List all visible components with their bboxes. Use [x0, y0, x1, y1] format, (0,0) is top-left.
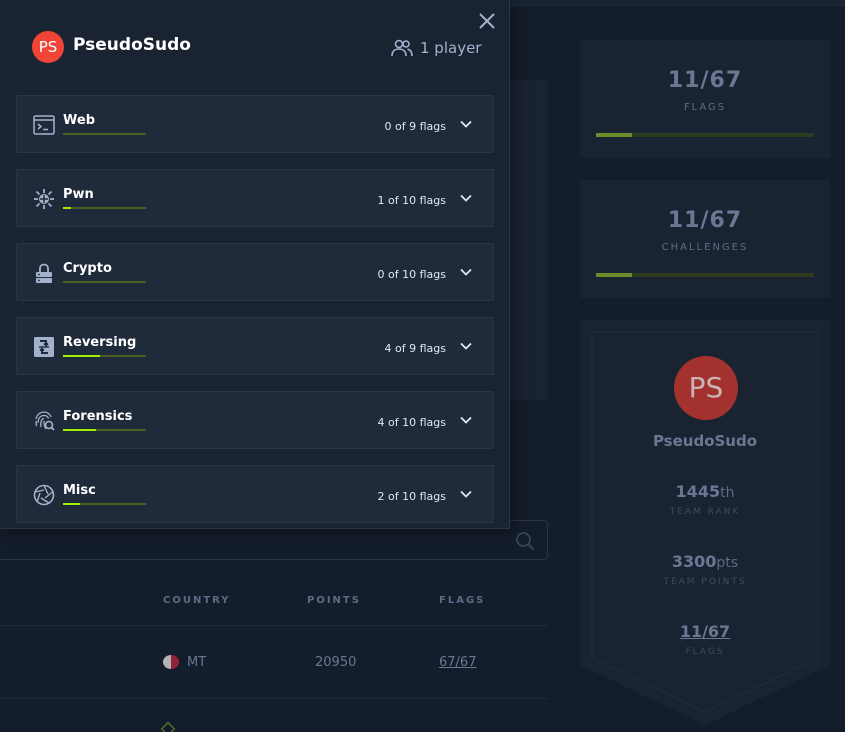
category-name: Crypto	[63, 261, 112, 276]
users-icon	[391, 39, 413, 57]
category-flag-count: 2 of 10 flags	[377, 490, 446, 503]
category-name: Web	[63, 113, 95, 128]
team-rank-label: TEAM RANK	[669, 507, 741, 517]
team-details-modal: PS PseudoSudo 1 player Web 0 of 9 flags	[0, 0, 510, 529]
team-flags-label: FLAGS	[685, 647, 725, 657]
terminal-window-icon	[33, 115, 55, 135]
category-web[interactable]: Web 0 of 9 flags	[16, 95, 494, 153]
player-count: 1 player	[390, 38, 481, 58]
column-points: POINTS	[307, 595, 361, 606]
flags-progress-fill	[596, 133, 632, 137]
category-progress-bar	[63, 133, 146, 135]
category-progress-bar	[63, 429, 146, 431]
profile-avatar: PS	[674, 356, 738, 420]
chevron-down-icon[interactable]	[459, 339, 473, 353]
column-country: COUNTRY	[163, 595, 231, 606]
category-progress-bar	[63, 281, 146, 283]
close-icon[interactable]	[476, 10, 498, 32]
table-row[interactable]: MT 20950 67/67	[0, 626, 548, 699]
category-progress-bar	[63, 503, 146, 505]
team-points-value: 3300	[671, 552, 717, 571]
category-progress-bar	[63, 207, 146, 209]
category-pwn[interactable]: Pwn 1 of 10 flags	[16, 169, 494, 227]
row-country: MT	[187, 655, 207, 670]
chevron-down-icon[interactable]	[459, 413, 473, 427]
player-count-label: 1 player	[420, 39, 482, 57]
team-points-unit: pts	[716, 555, 739, 571]
fingerprint-icon	[35, 411, 55, 431]
category-name: Misc	[63, 483, 96, 498]
row-points: 20950	[315, 655, 357, 670]
row-flags-link[interactable]: 67/67	[439, 655, 476, 670]
category-misc[interactable]: Misc 2 of 10 flags	[16, 465, 494, 523]
flags-stat-card: 11/67 FLAGS	[580, 40, 830, 158]
category-crypto[interactable]: Crypto 0 of 10 flags	[16, 243, 494, 301]
team-flags: 11/67 FLAGS	[580, 622, 830, 657]
country-flag-icon	[163, 655, 179, 669]
top-bar	[510, 0, 845, 6]
category-name: Pwn	[63, 187, 94, 202]
team-rank-value: 1445	[675, 482, 721, 501]
chevron-down-icon[interactable]	[459, 117, 473, 131]
category-name: Reversing	[63, 335, 137, 350]
rank-diamond-icon	[160, 721, 176, 732]
team-points-label: TEAM POINTS	[663, 577, 747, 587]
category-reversing[interactable]: Reversing 4 of 9 flags	[16, 317, 494, 375]
challenges-stat-card: 11/67 CHALLENGES	[580, 180, 830, 298]
team-avatar: PS	[32, 31, 64, 63]
reverse-arrows-icon	[34, 337, 54, 357]
team-rank-unit: th	[720, 485, 735, 501]
category-progress-bar	[63, 355, 146, 357]
category-progress-fill	[63, 429, 97, 431]
challenges-progress-fill	[596, 273, 632, 277]
flags-stat-label: FLAGS	[683, 102, 727, 113]
flags-progress-bar	[596, 133, 814, 137]
challenges-progress-bar	[596, 273, 814, 277]
table-header: COUNTRY POINTS FLAGS	[0, 580, 548, 626]
team-profile-card: PS PseudoSudo 1445th TEAM RANK 3300pts T…	[580, 320, 830, 725]
category-flag-count: 4 of 10 flags	[377, 416, 446, 429]
bug-icon	[34, 189, 54, 209]
search-icon[interactable]	[515, 531, 535, 551]
flags-stat-value: 11/67	[667, 68, 743, 93]
chevron-down-icon[interactable]	[459, 487, 473, 501]
aperture-icon	[33, 484, 55, 506]
category-flag-count: 4 of 9 flags	[384, 342, 446, 355]
category-progress-fill	[63, 207, 72, 209]
chevron-down-icon[interactable]	[459, 265, 473, 279]
team-name: PseudoSudo	[73, 35, 191, 55]
lock-icon	[36, 263, 52, 283]
challenges-stat-label: CHALLENGES	[661, 242, 749, 253]
team-points: 3300pts TEAM POINTS	[580, 552, 830, 587]
chevron-down-icon[interactable]	[459, 191, 473, 205]
team-rank: 1445th TEAM RANK	[580, 482, 830, 517]
team-flags-value[interactable]: 11/67	[680, 622, 730, 641]
category-flag-count: 1 of 10 flags	[377, 194, 446, 207]
category-progress-fill	[63, 355, 100, 357]
category-progress-fill	[63, 503, 80, 505]
category-flag-count: 0 of 9 flags	[384, 120, 446, 133]
category-flag-count: 0 of 10 flags	[377, 268, 446, 281]
challenges-stat-value: 11/67	[667, 208, 743, 233]
category-name: Forensics	[63, 409, 133, 424]
category-forensics[interactable]: Forensics 4 of 10 flags	[16, 391, 494, 449]
column-flags: FLAGS	[439, 595, 486, 606]
profile-team-name: PseudoSudo	[652, 432, 758, 450]
